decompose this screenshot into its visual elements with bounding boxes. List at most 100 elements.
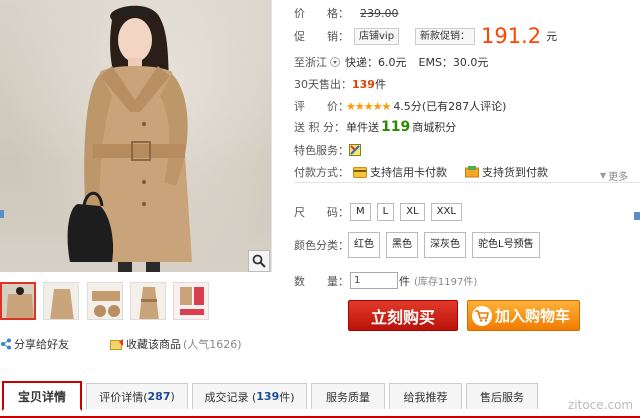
tab-after-sales-label: 售后服务 <box>480 390 524 404</box>
thumbnail-2[interactable] <box>43 282 79 320</box>
cod-icon <box>465 166 479 178</box>
payment-label: 付款方式： <box>294 166 349 179</box>
promo-row: 促 销： 店铺vip 新款促销： 191.2 元 <box>294 24 557 48</box>
credit-card-payment[interactable]: 支持信用卡付款 <box>370 164 447 180</box>
price-label: 价 格： <box>294 7 349 20</box>
quantity-unit: 件 <box>399 274 410 288</box>
rating-stars: ★★★★★ <box>346 99 391 113</box>
zoom-button[interactable] <box>248 250 270 272</box>
points-label: 送 积 分： <box>294 121 345 134</box>
main-product-image[interactable] <box>0 0 272 272</box>
ems-fee: EMS：30.0元 <box>418 56 489 69</box>
tab-reviews-close: ) <box>170 390 175 403</box>
original-price: 239.00 <box>360 6 399 20</box>
price-row: 价 格： 239.00 <box>294 5 399 21</box>
more-payment-link[interactable]: ▼ 更多 <box>600 168 628 183</box>
size-option-xxl[interactable]: XXL <box>430 203 462 221</box>
buy-now-label: 立刻购买 <box>370 307 435 327</box>
rating-row: 评 价： ★★★★★ 4.5分 (已有287人评论) <box>294 98 506 114</box>
buy-now-button[interactable]: 立刻购买 <box>348 300 458 331</box>
collect-label: 收藏该商品 <box>126 338 181 351</box>
thumbnail-3[interactable] <box>87 282 123 320</box>
sold-label: 30天售出： <box>294 78 352 91</box>
tab-item-details-label: 宝贝详情 <box>17 389 66 404</box>
cod-payment[interactable]: 支持货到付款 <box>482 164 548 180</box>
quantity-label: 数 量： <box>294 274 349 288</box>
popularity-count: (人气1626) <box>183 338 242 351</box>
collect-item-link[interactable]: 收藏该商品 (人气1626) <box>110 336 242 352</box>
tab-transactions-label: 成交记录 ( <box>204 390 257 404</box>
thumbnail-4[interactable] <box>130 282 166 320</box>
tab-transactions-close: 件) <box>279 390 295 404</box>
tab-recommendations[interactable]: 给我推荐 <box>389 383 462 409</box>
watermark: zitoce.com <box>568 398 634 412</box>
tab-after-sales[interactable]: 售后服务 <box>466 383 538 409</box>
tab-transactions[interactable]: 成交记录 (139 件) <box>192 383 307 409</box>
rating-score: 4.5分 <box>393 100 422 113</box>
points-suffix: 商城积分 <box>412 121 457 134</box>
size-label: 尺 码： <box>294 206 349 219</box>
gallery-prev-arrow[interactable] <box>0 210 4 218</box>
model-in-coat-illustration <box>67 5 192 272</box>
color-option-camel-l-presale[interactable]: 驼色L号预售 <box>472 232 540 258</box>
size-row: 尺 码： M L XL XXL <box>294 203 468 221</box>
thumbnail-5[interactable] <box>173 282 209 320</box>
promo-price: 191.2 <box>481 24 542 48</box>
sold-row: 30天售出： 139 件 <box>294 76 386 92</box>
tab-reviews[interactable]: 评价详情(287) <box>86 383 188 409</box>
dropdown-icon[interactable] <box>330 57 340 67</box>
credit-card-icon <box>353 166 367 178</box>
points-row: 送 积 分： 单件送 119 商城积分 <box>294 119 456 135</box>
tab-item-details[interactable]: 宝贝详情 <box>2 381 82 411</box>
thumbnail-1[interactable] <box>0 282 36 320</box>
features-label: 特色服务： <box>294 144 349 157</box>
rating-label: 评 价： <box>294 100 349 113</box>
stock-count: (库存1197件) <box>414 277 478 288</box>
promo-label: 促 销： <box>294 30 349 43</box>
cart-icon <box>472 305 492 326</box>
express-fee: 快递：6.0元 <box>345 56 407 69</box>
tab-service-quality[interactable]: 服务质量 <box>311 383 385 409</box>
new-promo-tag[interactable]: 新款促销： <box>415 27 476 45</box>
tab-transactions-count: 139 <box>256 390 280 403</box>
points-prefix: 单件送 <box>346 121 379 134</box>
color-option-dark-gray[interactable]: 深灰色 <box>424 232 466 258</box>
features-row: 特色服务： <box>294 142 361 158</box>
sold-count: 139 <box>352 77 375 91</box>
tab-reviews-label: 评价详情( <box>99 390 148 404</box>
payment-row: 付款方式： 支持信用卡付款 支持货到付款 <box>294 164 548 180</box>
info-divider <box>294 182 640 183</box>
sold-unit: 件 <box>374 78 386 91</box>
share-to-friends-link[interactable]: 分享给好友 <box>0 336 69 352</box>
more-payment-label: 更多 <box>608 172 629 183</box>
side-scroll-handle[interactable] <box>634 212 640 220</box>
size-option-l[interactable]: L <box>376 203 395 221</box>
shipping-row: 至浙江 快递：6.0元 EMS：30.0元 <box>294 54 488 70</box>
feature-badge-icon[interactable] <box>349 144 361 156</box>
tab-service-quality-label: 服务质量 <box>326 390 370 404</box>
quantity-input[interactable] <box>350 272 398 289</box>
review-count-link[interactable]: (已有287人评论) <box>422 98 507 114</box>
points-value: 119 <box>381 119 411 135</box>
share-collect-row: 分享给好友 收藏该商品 (人气1626) <box>0 336 280 352</box>
size-option-xl[interactable]: XL <box>400 203 425 221</box>
store-vip-tag[interactable]: 店铺vip <box>354 27 400 45</box>
share-label: 分享给好友 <box>14 338 69 351</box>
color-label: 颜色分类： <box>294 239 349 252</box>
share-icon <box>1 338 11 350</box>
tab-reviews-count: 287 <box>147 390 171 403</box>
shipping-destination: 至浙江 <box>294 56 327 69</box>
color-option-black[interactable]: 黑色 <box>386 232 418 258</box>
color-row: 颜色分类： 红色 黑色 深灰色 驼色L号预售 <box>294 232 546 258</box>
price-unit: 元 <box>546 30 558 43</box>
quantity-row: 数 量： 件 (库存1197件) <box>294 272 477 289</box>
add-to-cart-button[interactable]: 加入购物车 <box>467 300 580 331</box>
size-option-m[interactable]: M <box>350 203 371 221</box>
tab-recommendations-label: 给我推荐 <box>403 390 448 404</box>
detail-tab-bar: 宝贝详情 评价详情(287) 成交记录 (139 件) 服务质量 给我推荐 售后服… <box>0 381 640 418</box>
collect-icon <box>110 338 123 350</box>
add-to-cart-label: 加入购物车 <box>495 307 571 325</box>
more-arrow-icon: ▼ <box>600 171 607 180</box>
magnifier-icon <box>252 254 266 268</box>
color-option-red[interactable]: 红色 <box>348 232 380 258</box>
